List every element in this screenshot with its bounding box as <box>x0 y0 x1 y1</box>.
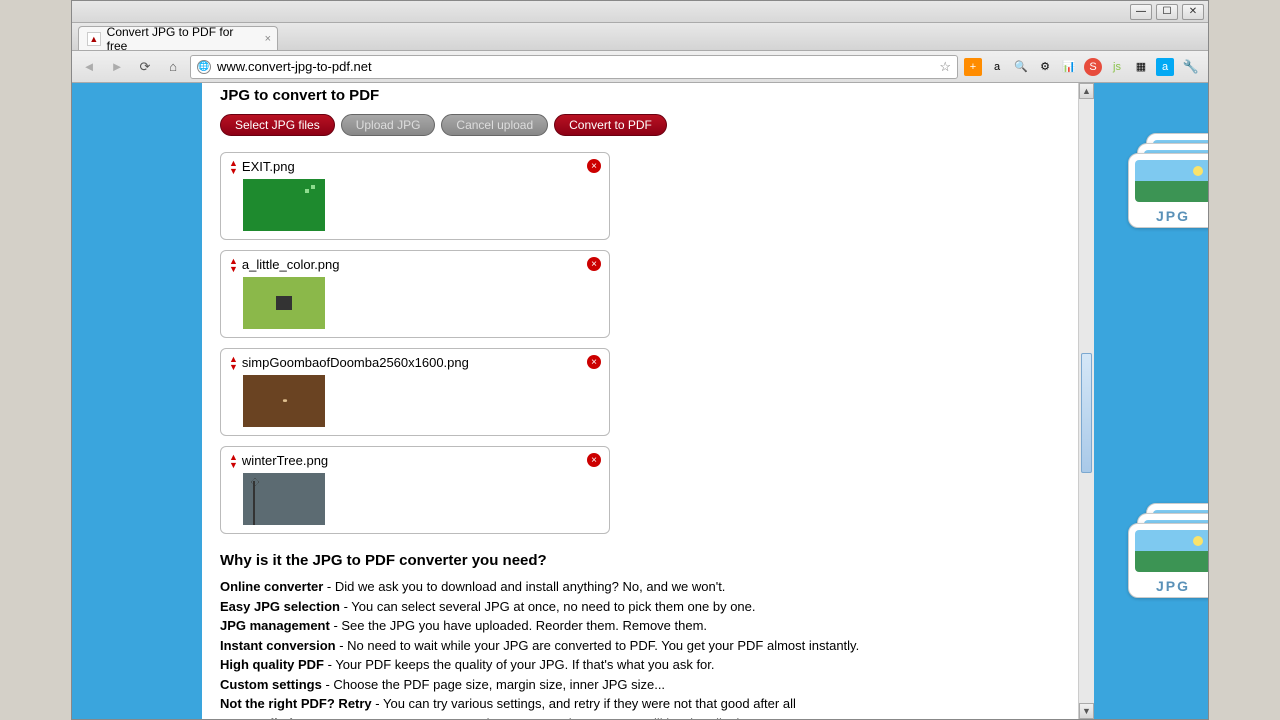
background-decoration-right: JPG JPG <box>1128 133 1208 719</box>
feature-title: No JPG limit <box>220 716 297 720</box>
vertical-scrollbar[interactable]: ▲ ▼ <box>1078 83 1094 719</box>
reorder-handle[interactable]: ▲▼ <box>229 355 238 371</box>
reorder-handle[interactable]: ▲▼ <box>229 159 238 175</box>
bookmark-star-icon[interactable]: ☆ <box>939 59 951 75</box>
background-decoration-left: JPG <box>72 103 162 719</box>
main-content: JPG to convert to PDF Select JPG files U… <box>202 83 1078 719</box>
scroll-thumb[interactable] <box>1081 353 1092 473</box>
extension-amazon-icon[interactable]: a <box>988 58 1006 76</box>
move-down-icon[interactable]: ▼ <box>229 461 238 469</box>
maximize-button[interactable]: ☐ <box>1156 4 1178 20</box>
extension-list-icon[interactable]: ▦ <box>1132 58 1150 76</box>
cancel-upload-button: Cancel upload <box>441 114 548 136</box>
feature-title: Not the right PDF? Retry <box>220 696 372 711</box>
select-jpg-button[interactable]: Select JPG files <box>220 114 335 136</box>
extension-stumble-icon[interactable]: S <box>1084 58 1102 76</box>
url-input[interactable] <box>217 59 933 74</box>
site-info-icon[interactable]: 🌐 <box>197 60 211 74</box>
back-button[interactable]: ◄ <box>78 56 100 78</box>
convert-to-pdf-button[interactable]: Convert to PDF <box>554 114 667 136</box>
remove-file-button[interactable]: × <box>587 355 601 369</box>
file-name: EXIT.png <box>242 159 601 174</box>
browser-tab[interactable]: ▲ Convert JPG to PDF for free × <box>78 26 278 50</box>
browser-window: — ☐ ✕ ▲ Convert JPG to PDF for free × ◄ … <box>71 0 1209 720</box>
extension-search-icon[interactable]: 🔍 <box>1012 58 1030 76</box>
feature-title: Online converter <box>220 579 323 594</box>
file-thumbnail <box>243 179 325 231</box>
reorder-handle[interactable]: ▲▼ <box>229 453 238 469</box>
extension-gear-icon[interactable]: ⚙ <box>1036 58 1054 76</box>
scroll-down-arrow[interactable]: ▼ <box>1079 703 1094 719</box>
file-thumbnail <box>243 277 325 329</box>
minimize-button[interactable]: — <box>1130 4 1152 20</box>
feature-title: High quality PDF <box>220 657 324 672</box>
address-bar[interactable]: 🌐 ☆ <box>190 55 958 79</box>
extension-js-icon[interactable]: js <box>1108 58 1126 76</box>
scroll-up-arrow[interactable]: ▲ <box>1079 83 1094 99</box>
reorder-handle[interactable]: ▲▼ <box>229 257 238 273</box>
feature-line: JPG management - See the JPG you have up… <box>220 616 1060 636</box>
feature-title: Custom settings <box>220 677 322 692</box>
upload-jpg-button: Upload JPG <box>341 114 436 136</box>
move-down-icon[interactable]: ▼ <box>229 265 238 273</box>
wrench-menu-icon[interactable]: 🔧 <box>1180 56 1202 78</box>
feature-title: Easy JPG selection <box>220 599 340 614</box>
feature-line: Not the right PDF? Retry - You can try v… <box>220 694 1060 714</box>
feature-line: Custom settings - Choose the PDF page si… <box>220 675 1060 695</box>
tab-title: Convert JPG to PDF for free <box>107 25 253 53</box>
feature-title: JPG management <box>220 618 330 633</box>
feature-title: Instant conversion <box>220 638 336 653</box>
remove-file-button[interactable]: × <box>587 453 601 467</box>
file-name: a_little_color.png <box>242 257 601 272</box>
window-titlebar: — ☐ ✕ <box>72 1 1208 23</box>
toolbar: ◄ ► ⟳ ⌂ 🌐 ☆ + a 🔍 ⚙ 📊 S js ▦ a 🔧 <box>72 51 1208 83</box>
action-button-row: Select JPG files Upload JPG Cancel uploa… <box>220 114 1060 136</box>
extension-addthis-icon[interactable]: + <box>964 58 982 76</box>
why-section: Why is it the JPG to PDF converter you n… <box>220 552 1060 719</box>
home-button[interactable]: ⌂ <box>162 56 184 78</box>
remove-file-button[interactable]: × <box>587 159 601 173</box>
feature-line: Instant conversion - No need to wait whi… <box>220 636 1060 656</box>
extension-stats-icon[interactable]: 📊 <box>1060 58 1078 76</box>
feature-line: Online converter - Did we ask you to dow… <box>220 577 1060 597</box>
file-name: simpGoombaofDoomba2560x1600.png <box>242 355 601 370</box>
why-heading: Why is it the JPG to PDF converter you n… <box>220 552 1060 569</box>
file-card: ▲▼ EXIT.png× <box>220 152 610 240</box>
file-name: winterTree.png <box>242 453 601 468</box>
page-viewport: JPG JPG JPG JPG to convert to PDF Sel <box>72 83 1208 719</box>
section-heading: JPG to convert to PDF <box>220 87 1060 104</box>
feature-line: High quality PDF - Your PDF keeps the qu… <box>220 655 1060 675</box>
close-window-button[interactable]: ✕ <box>1182 4 1204 20</box>
remove-file-button[interactable]: × <box>587 257 601 271</box>
favicon-icon: ▲ <box>87 32 101 46</box>
extension-alexa-icon[interactable]: a <box>1156 58 1174 76</box>
tab-strip: ▲ Convert JPG to PDF for free × <box>72 23 1208 51</box>
file-card: ▲▼ a_little_color.png× <box>220 250 610 338</box>
file-card: ▲▼ simpGoombaofDoomba2560x1600.png× <box>220 348 610 436</box>
file-thumbnail <box>243 375 325 427</box>
feature-line: No JPG limit - Put as many JPG as you wa… <box>220 714 1060 720</box>
feature-line: Easy JPG selection - You can select seve… <box>220 597 1060 617</box>
file-card: ▲▼ winterTree.png× <box>220 446 610 534</box>
forward-button[interactable]: ► <box>106 56 128 78</box>
reload-button[interactable]: ⟳ <box>134 56 156 78</box>
move-down-icon[interactable]: ▼ <box>229 363 238 371</box>
file-thumbnail <box>243 473 325 525</box>
move-down-icon[interactable]: ▼ <box>229 167 238 175</box>
tab-close-icon[interactable]: × <box>265 33 271 45</box>
